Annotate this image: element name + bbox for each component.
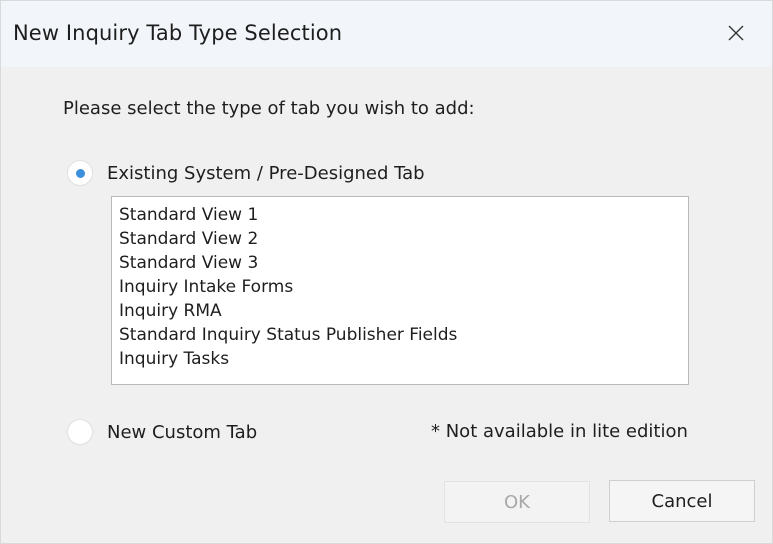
prompt-label: Please select the type of tab you wish t…	[63, 98, 475, 119]
list-item[interactable]: Inquiry Tasks	[112, 347, 688, 371]
custom-tab-option[interactable]: New Custom Tab	[67, 419, 257, 445]
list-item[interactable]: Standard Inquiry Status Publisher Fields	[112, 323, 688, 347]
tab-type-list[interactable]: Standard View 1 Standard View 2 Standard…	[111, 196, 689, 385]
list-item[interactable]: Inquiry Intake Forms	[112, 275, 688, 299]
close-icon	[728, 25, 744, 41]
list-item[interactable]: Standard View 3	[112, 251, 688, 275]
custom-tab-radio[interactable]	[67, 419, 93, 445]
list-item[interactable]: Standard View 2	[112, 227, 688, 251]
existing-tab-label[interactable]: Existing System / Pre-Designed Tab	[107, 163, 425, 184]
ok-button[interactable]: OK	[444, 481, 590, 523]
title-bar: New Inquiry Tab Type Selection	[1, 1, 772, 67]
custom-tab-label[interactable]: New Custom Tab	[107, 422, 257, 443]
dialog-window: New Inquiry Tab Type Selection Please se…	[0, 0, 773, 544]
cancel-button[interactable]: Cancel	[609, 480, 755, 522]
existing-tab-option[interactable]: Existing System / Pre-Designed Tab	[67, 160, 425, 186]
list-item[interactable]: Standard View 1	[112, 203, 688, 227]
lite-edition-note: * Not available in lite edition	[431, 421, 688, 442]
dialog-title: New Inquiry Tab Type Selection	[13, 21, 343, 45]
existing-tab-radio[interactable]	[67, 160, 93, 186]
close-button[interactable]	[718, 15, 754, 51]
list-item[interactable]: Inquiry RMA	[112, 299, 688, 323]
